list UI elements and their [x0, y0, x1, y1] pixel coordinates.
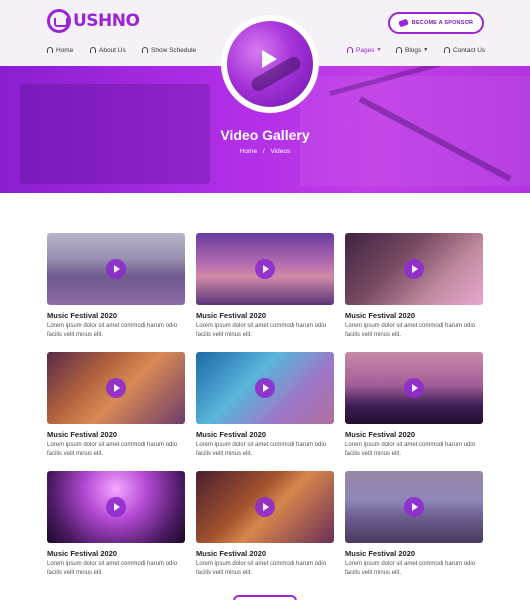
headphones-icon: [444, 47, 450, 53]
nav-item-label: Blogs: [405, 46, 422, 54]
nav-item-blogs[interactable]: Blogs ▼: [396, 45, 428, 55]
nav-item-label: Home: [56, 46, 74, 54]
video-title[interactable]: Music Festival 2020: [47, 549, 185, 558]
video-title[interactable]: Music Festival 2020: [345, 311, 483, 320]
sponsor-button-label: BECOME A SPONSOR: [411, 20, 474, 26]
video-thumbnail[interactable]: [47, 352, 185, 424]
video-thumbnail[interactable]: [345, 352, 483, 424]
nav-item-contact-us[interactable]: Contact Us: [444, 45, 485, 55]
play-icon[interactable]: [255, 259, 275, 279]
play-icon[interactable]: [106, 378, 126, 398]
video-thumbnail[interactable]: [345, 471, 483, 543]
video-description: Lorem ipsum dolor sit amet commodi harum…: [196, 442, 327, 457]
video-description: Lorem ipsum dolor sit amet commodi harum…: [196, 561, 327, 576]
breadcrumb-separator: /: [262, 148, 265, 155]
video-thumbnail[interactable]: [47, 233, 185, 305]
headphones-icon: [396, 47, 402, 53]
play-icon[interactable]: [255, 497, 275, 517]
video-card: Music Festival 2020 Lorem ipsum dolor si…: [47, 233, 185, 340]
video-description: Lorem ipsum dolor sit amet commodi harum…: [47, 442, 178, 457]
site-logo[interactable]: USHNO: [47, 9, 140, 33]
video-thumbnail[interactable]: [345, 233, 483, 305]
breadcrumb-current: Videos: [270, 148, 291, 155]
video-description: Lorem ipsum dolor sit amet commodi harum…: [345, 561, 476, 576]
video-description: Lorem ipsum dolor sit amet commodi harum…: [196, 323, 327, 338]
load-more-button[interactable]: [233, 595, 297, 600]
video-title[interactable]: Music Festival 2020: [47, 311, 185, 320]
chevron-down-icon: ▼: [423, 47, 429, 53]
play-icon[interactable]: [404, 259, 424, 279]
breadcrumb: Home / Videos: [0, 148, 530, 155]
video-description: Lorem ipsum dolor sit amet commodi harum…: [345, 323, 476, 338]
nav-item-label: Contact Us: [453, 46, 486, 54]
nav-item-label: About Us: [99, 46, 126, 54]
video-title[interactable]: Music Festival 2020: [196, 549, 334, 558]
video-card: Music Festival 2020 Lorem ipsum dolor si…: [47, 352, 185, 459]
page-title: Video Gallery: [220, 127, 310, 143]
video-card: Music Festival 2020 Lorem ipsum dolor si…: [345, 471, 483, 578]
headphones-icon: [90, 47, 96, 53]
headphones-icon: [347, 47, 353, 53]
nav-item-home[interactable]: Home: [47, 45, 73, 55]
video-thumbnail[interactable]: [196, 233, 334, 305]
video-card: Music Festival 2020 Lorem ipsum dolor si…: [47, 471, 185, 578]
video-thumbnail[interactable]: [196, 471, 334, 543]
video-card: Music Festival 2020 Lorem ipsum dolor si…: [196, 352, 334, 459]
video-card: Music Festival 2020 Lorem ipsum dolor si…: [345, 233, 483, 340]
logo-mark-icon: [47, 9, 71, 33]
nav-item-pages[interactable]: Pages ▼: [347, 45, 381, 55]
nav-item-about-us[interactable]: About Us: [90, 45, 126, 55]
nav-item-label: Show Schedule: [151, 46, 197, 54]
video-description: Lorem ipsum dolor sit amet commodi harum…: [345, 442, 476, 457]
video-thumbnail[interactable]: [47, 471, 185, 543]
play-icon[interactable]: [404, 497, 424, 517]
video-title[interactable]: Music Festival 2020: [196, 311, 334, 320]
video-description: Lorem ipsum dolor sit amet commodi harum…: [47, 323, 178, 338]
headphones-icon: [47, 47, 53, 53]
play-icon[interactable]: [106, 259, 126, 279]
ticket-icon: [398, 18, 409, 28]
breadcrumb-home-link[interactable]: Home: [240, 148, 257, 155]
nav-item-label: Pages: [356, 46, 375, 54]
headphones-icon: [142, 47, 148, 53]
video-title[interactable]: Music Festival 2020: [345, 430, 483, 439]
chevron-down-icon: ▼: [376, 47, 382, 53]
video-card: Music Festival 2020 Lorem ipsum dolor si…: [345, 352, 483, 459]
play-icon[interactable]: [262, 50, 277, 68]
video-card: Music Festival 2020 Lorem ipsum dolor si…: [196, 233, 334, 340]
video-thumbnail[interactable]: [196, 352, 334, 424]
video-description: Lorem ipsum dolor sit amet commodi harum…: [47, 561, 178, 576]
logo-text: USHNO: [73, 11, 140, 31]
play-icon[interactable]: [106, 497, 126, 517]
video-title[interactable]: Music Festival 2020: [47, 430, 185, 439]
video-title[interactable]: Music Festival 2020: [345, 549, 483, 558]
play-icon[interactable]: [255, 378, 275, 398]
play-icon[interactable]: [404, 378, 424, 398]
become-sponsor-button[interactable]: BECOME A SPONSOR: [388, 12, 484, 34]
video-card: Music Festival 2020 Lorem ipsum dolor si…: [196, 471, 334, 578]
video-title[interactable]: Music Festival 2020: [196, 430, 334, 439]
nav-item-show-schedule[interactable]: Show Schedule: [142, 45, 196, 55]
